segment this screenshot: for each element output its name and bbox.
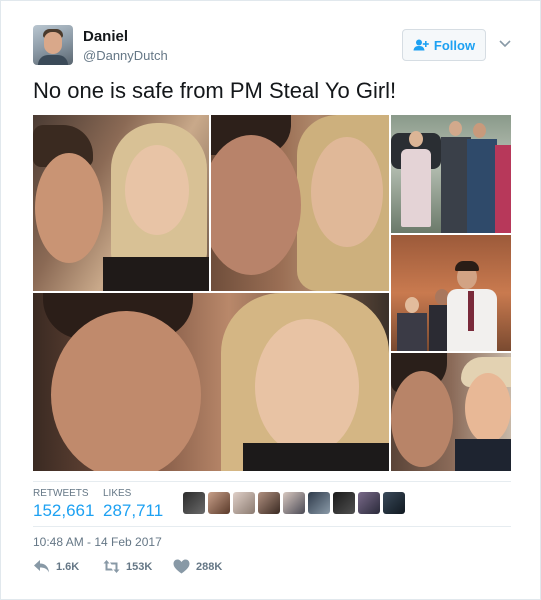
photo-face — [51, 311, 201, 471]
liker-avatar[interactable] — [283, 492, 305, 514]
liker-avatar[interactable] — [383, 492, 405, 514]
retweets-stat[interactable]: RETWEETS 152,661 — [33, 488, 94, 521]
tweet-timestamp[interactable]: 10:48 AM - 14 Feb 2017 — [33, 535, 162, 549]
tweet-card: Daniel @DannyDutch Follow No one is safe… — [0, 0, 541, 600]
retweets-label: RETWEETS — [33, 488, 89, 499]
photo-dress — [243, 443, 389, 471]
photo-bottom-large[interactable] — [33, 293, 389, 471]
liker-avatar[interactable] — [183, 492, 205, 514]
tweet-stats: RETWEETS 152,661 LIKES 287,711 — [33, 481, 511, 527]
tweet-header: Daniel @DannyDutch Follow — [33, 25, 523, 69]
likes-stat[interactable]: LIKES 287,711 — [103, 488, 163, 521]
photo-face — [449, 121, 462, 136]
liker-avatar[interactable] — [233, 492, 255, 514]
avatar-shirt — [38, 55, 68, 65]
photo-face — [311, 137, 383, 247]
photo-face — [211, 135, 301, 275]
photo-shirt — [103, 257, 209, 291]
liker-avatars — [183, 492, 405, 514]
photo-face — [473, 123, 486, 138]
retweet-icon — [103, 560, 120, 573]
like-count: 288K — [196, 560, 223, 573]
reply-icon — [34, 560, 49, 573]
photo-dress — [401, 149, 431, 227]
photo-face — [125, 145, 189, 235]
photo-face — [391, 371, 453, 467]
retweet-button[interactable]: 153K — [103, 559, 152, 574]
photo-person — [397, 313, 427, 351]
reply-button[interactable]: 1.6K — [33, 559, 79, 574]
chevron-down-icon[interactable] — [497, 35, 513, 51]
photo-right-middle[interactable] — [391, 235, 511, 351]
tweet-text: No one is safe from PM Steal Yo Girl! — [33, 78, 397, 103]
photo-face — [409, 131, 423, 147]
add-user-icon — [413, 39, 429, 51]
photo-suit — [455, 439, 511, 471]
liker-avatar[interactable] — [358, 492, 380, 514]
likes-count: 287,711 — [103, 501, 164, 520]
tweet-actions: 1.6K 153K 288K — [33, 559, 433, 581]
retweet-count: 153K — [126, 560, 153, 573]
photo-face — [255, 319, 359, 455]
photo-hair — [455, 261, 479, 271]
author-name[interactable]: Daniel — [83, 28, 128, 45]
retweets-count: 152,661 — [33, 501, 95, 520]
photo-top-middle[interactable] — [211, 115, 389, 291]
liker-avatar[interactable] — [258, 492, 280, 514]
photo-collage — [33, 115, 511, 471]
avatar-face — [44, 32, 62, 54]
photo-suit — [467, 139, 497, 233]
photo-tie — [468, 291, 474, 331]
photo-face — [35, 153, 103, 263]
liker-avatar[interactable] — [208, 492, 230, 514]
like-button[interactable]: 288K — [173, 559, 222, 574]
likes-label: LIKES — [103, 488, 132, 499]
photo-top-left[interactable] — [33, 115, 209, 291]
liker-avatar[interactable] — [308, 492, 330, 514]
follow-button[interactable]: Follow — [402, 29, 486, 61]
photo-top-right[interactable] — [391, 115, 511, 233]
photo-bottom-right[interactable] — [391, 353, 511, 471]
photo-dress — [495, 145, 511, 233]
photo-face — [465, 373, 511, 443]
liker-avatar[interactable] — [333, 492, 355, 514]
author-handle[interactable]: @DannyDutch — [83, 48, 168, 63]
follow-label: Follow — [433, 37, 476, 53]
reply-count: 1.6K — [56, 560, 80, 573]
heart-icon — [173, 559, 190, 574]
avatar[interactable] — [33, 25, 73, 65]
photo-face — [405, 297, 419, 313]
